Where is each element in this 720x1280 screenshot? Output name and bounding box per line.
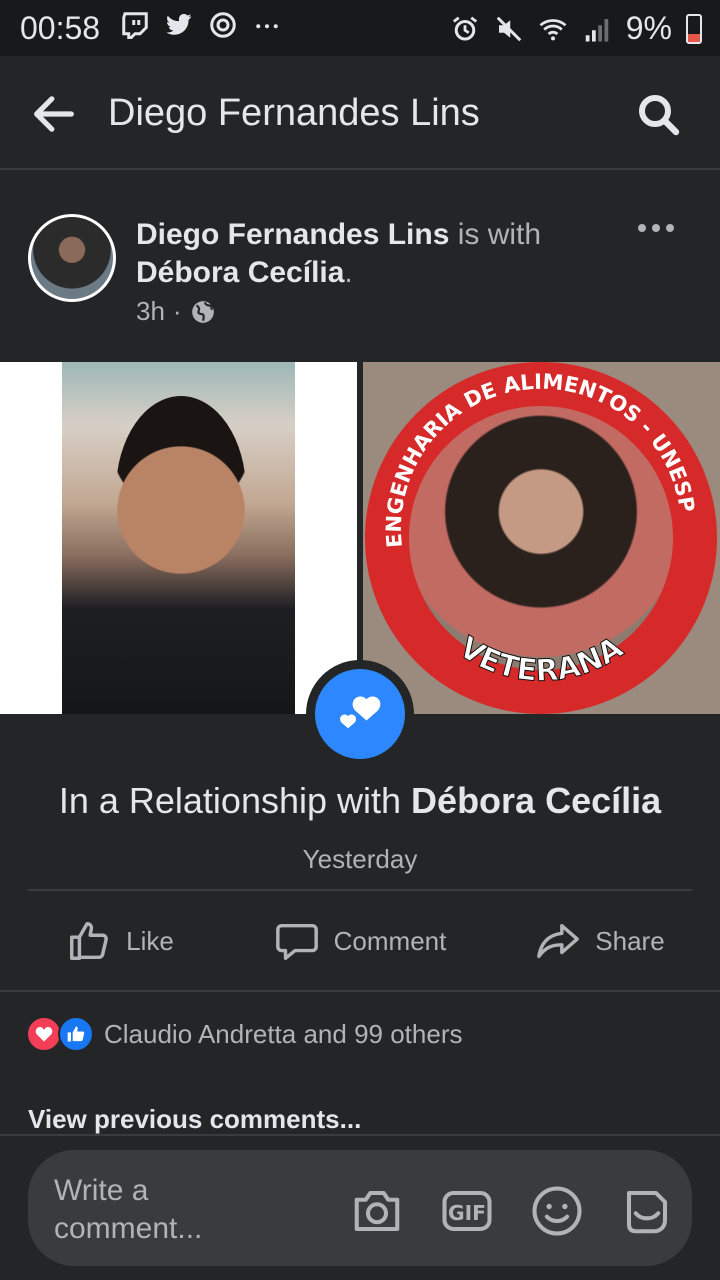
share-arrow-icon (537, 923, 580, 959)
twitter-icon (166, 13, 192, 35)
comment-input[interactable]: Write a comment... GIF (28, 1150, 692, 1266)
status-left-icons (120, 10, 282, 40)
like-label: Like (126, 925, 174, 956)
ring-top-text: ENGENHARIA DE ALIMENTOS - UNESP (382, 369, 699, 548)
svg-text:GIF: GIF (448, 1201, 486, 1225)
reactions-summary[interactable]: Claudio Andretta and 99 others (26, 1016, 462, 1052)
comment-placeholder: Write a comment... (54, 1174, 203, 1245)
separator-dot: · (172, 296, 182, 326)
like-button[interactable]: Like (0, 892, 240, 990)
status-time: 00:58 (20, 10, 101, 46)
back-arrow-icon[interactable] (28, 88, 80, 140)
search-icon[interactable] (634, 90, 682, 138)
ring-text-graphic: ENGENHARIA DE ALIMENTOS - UNESP VETERANA (382, 369, 699, 689)
life-event-headline: In a Relationship with Débora Cecília (0, 780, 720, 822)
comment-composer: Write a comment... GIF (0, 1134, 720, 1280)
author-name[interactable]: Diego Fernandes Lins (136, 218, 449, 251)
post-author-line: Diego Fernandes Lins is with Débora Cecí… (136, 216, 616, 292)
life-event-prefix: In a Relationship with (58, 780, 412, 821)
love-reaction-icon (26, 1016, 62, 1052)
comment-label: Comment (333, 925, 447, 956)
more-dots-icon (256, 24, 278, 29)
battery-percent: 9% (625, 10, 672, 46)
post-actions: Like Comment Share (0, 892, 720, 990)
photo-debora[interactable]: ENGENHARIA DE ALIMENTOS - UNESP VETERANA (363, 362, 720, 714)
top-app-bar: Diego Fernandes Lins (0, 56, 720, 170)
wifi-icon (539, 18, 567, 40)
relationship-badge (306, 660, 414, 768)
tagged-name[interactable]: Débora Cecília (136, 256, 344, 289)
post-time[interactable]: 3h (136, 296, 165, 327)
divider (28, 889, 692, 891)
photo-diego[interactable] (0, 362, 357, 714)
mute-icon (496, 16, 522, 41)
comment-button[interactable]: Comment (240, 892, 480, 990)
view-previous-comments-link[interactable]: View previous comments... (28, 1104, 361, 1135)
with-text: is with (449, 218, 542, 251)
status-bar: 00:58 9% (0, 0, 720, 56)
alarm-icon (452, 16, 477, 40)
life-event-partner[interactable]: Débora Cecília (411, 780, 661, 821)
comment-bubble-icon (275, 923, 318, 960)
status-right-icons: 9% (450, 10, 702, 47)
sticker-icon[interactable] (620, 1184, 674, 1238)
battery-icon (686, 13, 702, 44)
post-header: Diego Fernandes Lins is with Débora Cecí… (0, 172, 720, 360)
like-reaction-icon (58, 1016, 94, 1052)
share-button[interactable]: Share (480, 892, 720, 990)
twitch-icon (122, 12, 148, 39)
reactions-text: Claudio Andretta and 99 others (104, 1018, 463, 1049)
divider (0, 990, 720, 992)
tagged-suffix: . (344, 256, 353, 289)
relationship-hearts-icon (315, 669, 405, 759)
gif-icon[interactable]: GIF (440, 1184, 494, 1238)
camera-icon[interactable] (350, 1184, 404, 1238)
post-more-icon[interactable] (638, 224, 678, 240)
globe-icon (191, 300, 214, 323)
share-label: Share (595, 925, 665, 956)
sync-icon (210, 12, 236, 38)
ring-bottom-text: VETERANA (453, 630, 630, 689)
post-timestamp-row: 3h · (136, 296, 216, 327)
thumbs-up-icon (70, 922, 109, 960)
page-title: Diego Fernandes Lins (108, 92, 480, 134)
author-avatar[interactable] (28, 214, 116, 302)
emoji-icon[interactable] (530, 1184, 584, 1238)
portrait-image (62, 362, 295, 714)
life-event: In a Relationship with Débora Cecília Ye… (0, 780, 720, 875)
life-event-date: Yesterday (302, 844, 418, 874)
signal-icon (585, 18, 608, 41)
